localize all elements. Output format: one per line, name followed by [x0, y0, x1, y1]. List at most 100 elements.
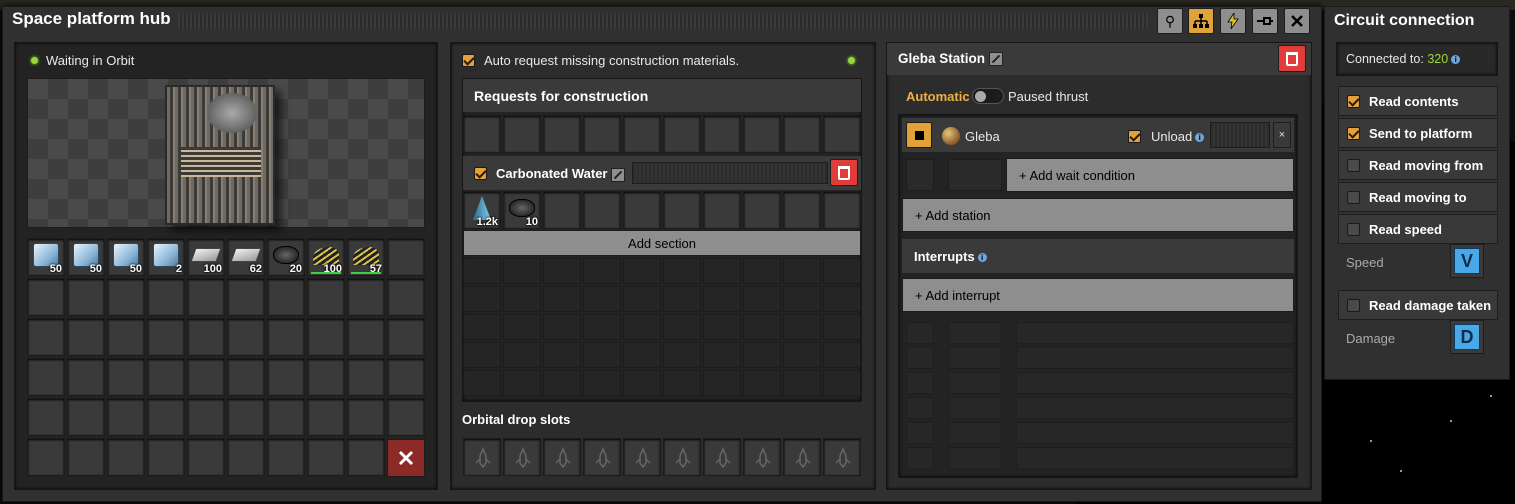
auto-request-checkbox[interactable] — [462, 54, 475, 67]
section-drag-handle[interactable] — [632, 162, 828, 184]
rail-slot[interactable]: 57 — [347, 238, 385, 276]
section-enabled-checkbox[interactable] — [474, 167, 487, 180]
empty-slot[interactable] — [663, 115, 701, 153]
empty-slot[interactable] — [187, 278, 225, 316]
empty-slot[interactable] — [67, 318, 105, 356]
empty-slot[interactable] — [583, 191, 621, 229]
close-icon[interactable] — [1284, 8, 1310, 34]
empty-slot[interactable] — [307, 358, 345, 396]
empty-slot[interactable] — [107, 438, 145, 476]
empty-slot[interactable] — [107, 278, 145, 316]
empty-slot[interactable] — [107, 398, 145, 436]
orbital-drop-slot[interactable] — [463, 438, 501, 476]
empty-slot[interactable] — [703, 115, 741, 153]
read-damage-checkbox[interactable] — [1347, 299, 1360, 312]
empty-slot[interactable] — [267, 358, 305, 396]
empty-slot[interactable] — [307, 278, 345, 316]
ice-slot[interactable]: 50 — [67, 238, 105, 276]
empty-slot[interactable] — [27, 438, 65, 476]
empty-slot[interactable] — [347, 318, 385, 356]
empty-slot[interactable] — [623, 191, 661, 229]
metal-plate-slot[interactable]: 62 — [227, 238, 265, 276]
empty-slot[interactable] — [27, 398, 65, 436]
orbital-drop-slot[interactable] — [783, 438, 821, 476]
metal-plate-slot[interactable]: 100 — [187, 238, 225, 276]
circuit-option-read-moving-from[interactable]: Read moving from — [1338, 150, 1498, 180]
orbital-drop-slot[interactable] — [503, 438, 541, 476]
add-station-button[interactable]: + Add station — [902, 198, 1294, 232]
empty-slot[interactable] — [227, 278, 265, 316]
empty-slot[interactable] — [27, 358, 65, 396]
orbital-drop-slot[interactable] — [543, 438, 581, 476]
circuit-option-read-speed[interactable]: Read speed — [1338, 214, 1498, 244]
empty-slot[interactable] — [307, 318, 345, 356]
science-cone-slot[interactable]: 1.2k — [463, 191, 501, 229]
empty-slot[interactable] — [583, 115, 621, 153]
empty-slot[interactable] — [503, 115, 541, 153]
empty-slot[interactable] — [187, 438, 225, 476]
empty-slot[interactable] — [187, 358, 225, 396]
thrust-toggle[interactable] — [972, 88, 1004, 104]
empty-slot[interactable] — [227, 438, 265, 476]
empty-slot[interactable] — [267, 438, 305, 476]
option-checkbox[interactable] — [1347, 95, 1360, 108]
empty-slot[interactable] — [227, 398, 265, 436]
empty-slot[interactable] — [823, 191, 861, 229]
orbital-drop-slot[interactable] — [823, 438, 861, 476]
delete-station-button[interactable] — [1278, 45, 1306, 72]
empty-slot[interactable] — [703, 191, 741, 229]
damage-signal-button[interactable]: D — [1450, 320, 1484, 354]
empty-slot[interactable] — [147, 278, 185, 316]
orbital-drop-slot[interactable] — [583, 438, 621, 476]
empty-slot[interactable] — [347, 398, 385, 436]
empty-slot[interactable] — [187, 318, 225, 356]
search-icon[interactable]: ⚲ — [1157, 8, 1183, 34]
empty-slot[interactable] — [387, 358, 425, 396]
empty-slot[interactable] — [543, 115, 581, 153]
pin-icon[interactable] — [1252, 8, 1278, 34]
empty-slot[interactable] — [27, 278, 65, 316]
empty-slot[interactable] — [347, 358, 385, 396]
empty-slot[interactable] — [783, 191, 821, 229]
empty-slot[interactable] — [463, 115, 501, 153]
orbital-drop-slot[interactable] — [703, 438, 741, 476]
orbital-drop-slot[interactable] — [623, 438, 661, 476]
empty-slot[interactable] — [623, 115, 661, 153]
empty-slot[interactable] — [267, 398, 305, 436]
empty-slot[interactable] — [743, 115, 781, 153]
empty-slot[interactable] — [823, 115, 861, 153]
stop-button[interactable] — [906, 122, 932, 148]
clear-button[interactable] — [387, 439, 425, 477]
empty-slot[interactable] — [27, 318, 65, 356]
add-wait-condition-button[interactable]: + Add wait condition — [1006, 158, 1294, 192]
empty-slot[interactable] — [227, 318, 265, 356]
empty-slot[interactable] — [67, 438, 105, 476]
empty-slot[interactable] — [147, 318, 185, 356]
empty-slot[interactable] — [187, 398, 225, 436]
empty-slot[interactable] — [147, 438, 185, 476]
speed-signal-button[interactable]: V — [1450, 244, 1484, 278]
carbon-slot[interactable]: 10 — [503, 191, 541, 229]
lightning-icon[interactable] — [1220, 8, 1246, 34]
empty-slot[interactable] — [107, 358, 145, 396]
empty-slot[interactable] — [307, 398, 345, 436]
empty-slot[interactable] — [307, 438, 345, 476]
orbital-drop-slot[interactable] — [743, 438, 781, 476]
unload-checkbox[interactable] — [1128, 130, 1141, 143]
empty-slot[interactable] — [387, 318, 425, 356]
empty-slot[interactable] — [347, 438, 385, 476]
delete-section-button[interactable] — [830, 159, 858, 186]
record-drag-handle[interactable] — [1210, 122, 1270, 148]
circuit-option-read-contents[interactable]: Read contents — [1338, 86, 1498, 116]
empty-slot[interactable] — [267, 278, 305, 316]
empty-slot[interactable] — [147, 398, 185, 436]
empty-slot[interactable] — [663, 191, 701, 229]
empty-slot[interactable] — [783, 115, 821, 153]
ice-slot[interactable]: 50 — [107, 238, 145, 276]
empty-slot[interactable] — [147, 358, 185, 396]
empty-slot[interactable] — [107, 318, 145, 356]
option-checkbox[interactable] — [1347, 223, 1360, 236]
empty-slot[interactable] — [67, 398, 105, 436]
empty-slot[interactable] — [67, 278, 105, 316]
empty-slot[interactable] — [347, 278, 385, 316]
